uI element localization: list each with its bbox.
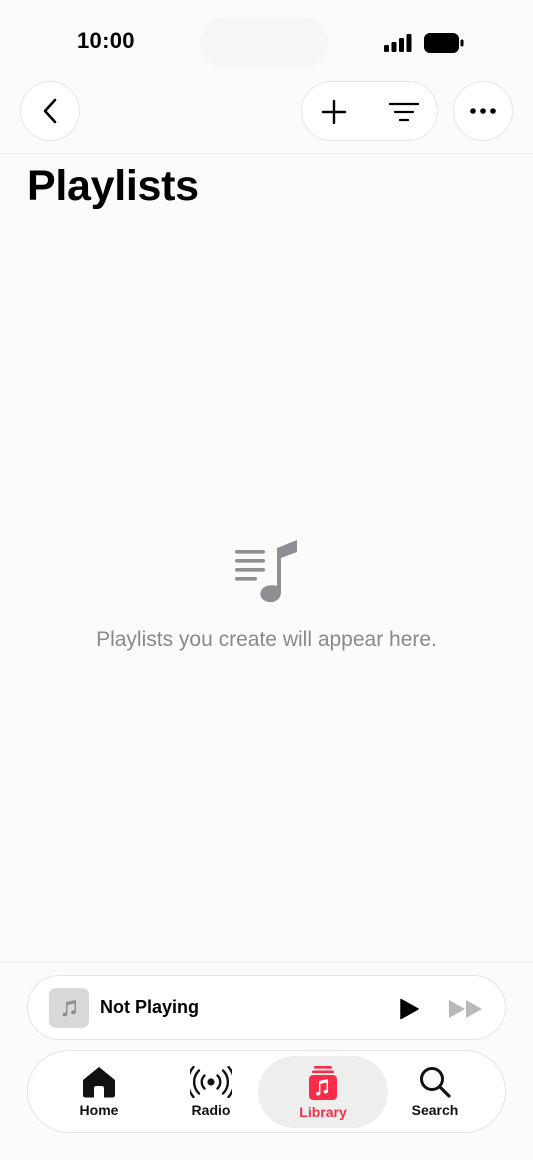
bottom-divider (0, 962, 533, 963)
play-icon (400, 998, 419, 1020)
tab-search-label: Search (411, 1102, 459, 1118)
magnifier-icon (420, 1067, 451, 1098)
tab-home[interactable]: Home (39, 1056, 159, 1128)
house-icon (83, 1067, 115, 1098)
add-playlist-button[interactable] (314, 92, 354, 132)
sort-filter-button[interactable] (384, 92, 424, 132)
now-playing-title: Not Playing (100, 997, 200, 1017)
more-options-button[interactable] (453, 81, 513, 141)
radio-waves-icon (190, 1066, 232, 1098)
skip-forward-button[interactable] (446, 994, 486, 1024)
tab-library[interactable]: Library (258, 1056, 388, 1128)
chevron-left-icon (43, 98, 57, 124)
actions-pill (301, 81, 438, 141)
forward-icon (449, 1000, 482, 1018)
tab-library-label: Library (299, 1104, 347, 1120)
plus-icon (321, 99, 347, 125)
filter-lines-icon (389, 102, 419, 122)
play-button[interactable] (394, 994, 424, 1024)
tab-bar: Home Radio Library Search (27, 1050, 506, 1133)
playlist-music-note-icon (235, 540, 297, 603)
tab-radio[interactable]: Radio (151, 1056, 271, 1128)
header-divider (0, 153, 533, 154)
library-icon (309, 1066, 337, 1100)
playlists-screen: 10:00 Playlists Playlists you create wil… (0, 0, 533, 1160)
music-note-icon (62, 1000, 76, 1017)
mini-player[interactable]: Not Playing (27, 975, 506, 1040)
battery-icon (424, 33, 464, 53)
dynamic-island (200, 18, 328, 68)
cellular-signal-icon (384, 34, 412, 52)
ellipsis-icon (470, 108, 496, 114)
tab-radio-label: Radio (191, 1102, 231, 1118)
tab-search[interactable]: Search (375, 1056, 495, 1128)
page-title: Playlists (27, 162, 199, 210)
status-time: 10:00 (77, 28, 135, 53)
mini-player-artwork (49, 988, 89, 1028)
tab-home-label: Home (79, 1102, 119, 1118)
empty-state-message: Playlists you create will appear here. (96, 628, 437, 651)
back-button[interactable] (20, 81, 80, 141)
